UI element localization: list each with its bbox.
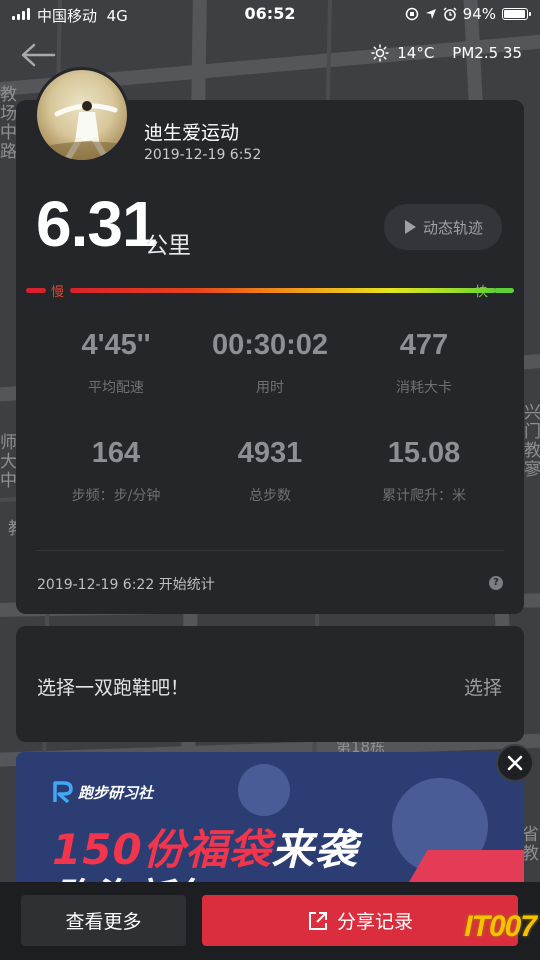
pace-fast-label: 快 bbox=[475, 285, 489, 300]
ad-logo-text: 跑步研习社 bbox=[78, 783, 154, 802]
map-label-right-low: 省 教 bbox=[522, 825, 539, 864]
arrow-left-icon[interactable] bbox=[20, 42, 56, 68]
close-icon bbox=[507, 755, 523, 771]
status-bar: 中国移动 4G 06:52 94% bbox=[0, 0, 540, 30]
alarm-icon bbox=[443, 7, 457, 21]
stat-elevation-gain: 15.08 累计爬升：米 bbox=[324, 436, 524, 505]
ad-banner[interactable]: 跑步研习社 150份福袋来袭 跑海新年PB bbox=[16, 752, 524, 892]
sun-icon bbox=[371, 44, 389, 62]
username: 迪生爱运动 bbox=[144, 122, 240, 144]
location-arrow-icon bbox=[425, 9, 436, 19]
shoe-select-card[interactable]: 选择一双跑鞋吧！ 选择 bbox=[16, 626, 524, 742]
ad-headline-white: 来袭 bbox=[271, 825, 358, 874]
share-record-label: 分享记录 bbox=[336, 911, 413, 933]
map-label-left-mid: 师 大 中 bbox=[0, 433, 17, 491]
distance-value: 6.31 bbox=[36, 188, 158, 260]
map-label-right-mid: 兴 门 教 寥 bbox=[524, 403, 540, 480]
stat-label: 消耗大卡 bbox=[396, 380, 452, 396]
card-divider bbox=[36, 550, 504, 551]
rotation-lock-icon bbox=[405, 7, 418, 21]
ad-logo-icon bbox=[53, 781, 73, 804]
pace-slow-label: 慢 bbox=[51, 285, 65, 300]
distance-unit: 公里 bbox=[145, 233, 191, 259]
avatar[interactable] bbox=[34, 67, 130, 163]
activity-datetime: 2019-12-19 6:52 bbox=[144, 147, 262, 163]
pm25-label: PM2.5 35 bbox=[452, 44, 522, 62]
track-replay-button[interactable]: 动态轨迹 bbox=[384, 204, 502, 250]
ad-logo: 跑步研习社 bbox=[52, 780, 153, 804]
start-time-text: 2019-12-19 6:22 开始统计 bbox=[37, 577, 215, 593]
battery-icon bbox=[502, 8, 531, 20]
stat-label: 累计爬升：米 bbox=[382, 488, 466, 504]
temperature-label: 14°C bbox=[397, 44, 435, 62]
status-right-group: 94% bbox=[405, 5, 531, 23]
stat-calories: 477 消耗大卡 bbox=[324, 328, 524, 397]
pace-gradient-line bbox=[70, 288, 496, 293]
help-icon[interactable]: ? bbox=[489, 576, 503, 590]
bottom-action-bar: 查看更多 分享记录 bbox=[0, 882, 540, 960]
watermark-logo: IT007 bbox=[464, 910, 537, 943]
view-more-button[interactable]: 查看更多 bbox=[21, 895, 186, 946]
shoe-prompt: 选择一双跑鞋吧！ bbox=[37, 677, 190, 699]
weather-info: 14°C PM2.5 35 bbox=[371, 44, 522, 62]
stat-value: 477 bbox=[399, 329, 449, 361]
play-icon bbox=[404, 220, 416, 234]
ad-decor-circle bbox=[238, 764, 290, 816]
battery-percent: 94% bbox=[462, 5, 496, 23]
pace-gradient-bar: 慢 快 bbox=[26, 282, 514, 300]
stat-value: 15.08 bbox=[387, 437, 461, 469]
ad-close-button[interactable] bbox=[496, 744, 534, 782]
track-replay-label: 动态轨迹 bbox=[422, 218, 483, 237]
pace-fast-dash bbox=[494, 288, 514, 293]
share-icon bbox=[308, 911, 327, 930]
pace-slow-dash bbox=[26, 288, 46, 293]
shoe-select-button[interactable]: 选择 bbox=[464, 673, 502, 700]
